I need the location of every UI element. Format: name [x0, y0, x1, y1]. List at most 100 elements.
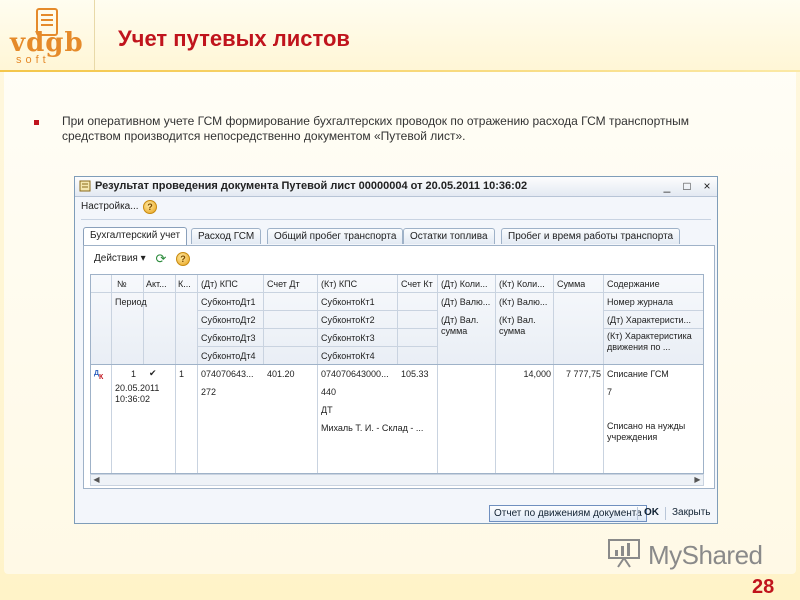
- tab-mileage-work-time[interactable]: Пробег и время работы транспорта: [501, 228, 681, 244]
- row-content-note: Списано на нужды учреждения: [607, 421, 686, 442]
- header-subkonto-dt3[interactable]: СубконтоДт3: [201, 333, 256, 344]
- col-divider: [175, 275, 176, 473]
- col-divider: [603, 275, 604, 473]
- header-row-divider: [603, 310, 703, 311]
- logo-sub-text: soft: [16, 54, 50, 66]
- col-divider: [397, 275, 398, 365]
- header-dt-characteristic[interactable]: (Дт) Характеристи...: [607, 315, 703, 326]
- header-dt-qty[interactable]: (Дт) Коли...: [441, 279, 495, 290]
- window-button-bar: Отчет по движениям документа OK Закрыть: [75, 501, 717, 523]
- header-kt-currency-sum[interactable]: (Кт) Вал. сумма: [499, 315, 553, 337]
- row-kt-kps: 074070643000...: [321, 369, 389, 379]
- settings-divider: [81, 219, 711, 220]
- header-underline: [0, 70, 800, 72]
- scroll-right-icon[interactable]: ▶: [692, 475, 703, 485]
- slide-title: Учет путевых листов: [118, 26, 350, 51]
- header-row-divider: [197, 328, 437, 329]
- myshared-watermark: MyShared: [606, 538, 766, 572]
- bullet-marker-icon: [34, 120, 39, 125]
- header-bottom-border: [91, 364, 703, 365]
- row-subkonto-kt2: ДТ: [321, 405, 333, 415]
- col-divider: [263, 275, 264, 365]
- bullet-text: При оперативном учете ГСМ формирование б…: [62, 114, 689, 143]
- row-subkonto-dt1: 272: [201, 387, 217, 397]
- tab-accounting[interactable]: Бухгалтерский учет: [83, 227, 188, 245]
- button-separator: [637, 507, 638, 520]
- document-icon: [79, 180, 91, 192]
- header-subkonto-dt1[interactable]: СубконтоДт1: [201, 297, 256, 308]
- maximize-button[interactable]: □: [679, 179, 695, 194]
- header-period[interactable]: Период: [115, 297, 147, 308]
- col-divider: [553, 275, 554, 473]
- header-subkonto-kt3[interactable]: СубконтоКт3: [321, 333, 375, 344]
- watermark-text: MyShared: [648, 540, 763, 570]
- close-button[interactable]: Закрыть: [669, 505, 714, 522]
- posting-result-window: Результат проведения документа Путевой л…: [74, 176, 718, 524]
- button-separator: [665, 507, 666, 520]
- movements-report-button[interactable]: Отчет по движениям документа: [489, 505, 647, 522]
- header-schet-kt[interactable]: Счет Кт: [401, 279, 433, 290]
- header-kt-characteristic[interactable]: (Кт) Характеристика движения по ...: [607, 331, 703, 353]
- row-subkonto-kt3: Михаль Т. И. - Склад - ...: [321, 423, 424, 433]
- svg-text:К: К: [99, 374, 104, 380]
- header-dt-currency-sum[interactable]: (Дт) Вал. сумма: [441, 315, 495, 337]
- row-schet-kt: 105.33: [401, 369, 429, 379]
- row-summa: 7 777,75: [565, 369, 601, 379]
- header-row-divider: [197, 346, 437, 347]
- header-number[interactable]: №: [117, 279, 127, 290]
- minimize-button[interactable]: _: [659, 179, 675, 194]
- vdgb-logo: vdgb soft: [6, 8, 90, 66]
- header-subkonto-dt4[interactable]: СубконтоДт4: [201, 351, 256, 362]
- header-schet-dt[interactable]: Счет Дт: [267, 279, 300, 290]
- row-active-check-icon[interactable]: ✔: [149, 368, 157, 379]
- header-kt-qty[interactable]: (Кт) Коли...: [499, 279, 553, 290]
- header-row-divider: [91, 292, 703, 293]
- header-subkonto-dt2[interactable]: СубконтоДт2: [201, 315, 256, 326]
- refresh-icon[interactable]: ⟳: [154, 252, 168, 266]
- col-divider: [437, 275, 438, 473]
- tab-fuel-balance[interactable]: Остатки топлива: [403, 228, 495, 244]
- header-journal-number[interactable]: Номер журнала: [607, 297, 673, 308]
- col-divider: [317, 275, 318, 473]
- header-dt-kps[interactable]: (Дт) КПС: [201, 279, 238, 290]
- window-title: Результат проведения документа Путевой л…: [95, 180, 528, 192]
- header-summa[interactable]: Сумма: [557, 279, 585, 290]
- col-divider: [495, 275, 496, 473]
- header-subkonto-kt1[interactable]: СубконтоКт1: [321, 297, 375, 308]
- help-icon[interactable]: ?: [143, 200, 157, 214]
- row-number: 1: [131, 369, 137, 379]
- row-journal: 7: [607, 387, 613, 397]
- posting-row-icon: Д К: [94, 370, 104, 380]
- header-kt-currency[interactable]: (Кт) Валю...: [499, 297, 553, 308]
- header-dt-currency[interactable]: (Дт) Валю...: [441, 297, 495, 308]
- header-subkonto-kt2[interactable]: СубконтоКт2: [321, 315, 375, 326]
- col-divider: [111, 275, 112, 473]
- header-subkonto-kt4[interactable]: СубконтоКт4: [321, 351, 375, 362]
- tab-total-mileage[interactable]: Общий пробег транспорта: [267, 228, 404, 244]
- horizontal-scrollbar[interactable]: ◀ ▶: [90, 474, 704, 486]
- row-period: 20.05.2011 10:36:02: [115, 383, 160, 404]
- window-titlebar[interactable]: Результат проведения документа Путевой л…: [75, 177, 717, 197]
- header-row-divider: [197, 310, 437, 311]
- presentation-board-icon: [608, 539, 640, 568]
- row-subkonto-kt1: 440: [321, 387, 337, 397]
- header-k[interactable]: К...: [178, 279, 191, 290]
- actions-menu-button[interactable]: Действия ▾: [94, 253, 146, 264]
- tab-fuel-consumption[interactable]: Расход ГСМ: [191, 228, 262, 244]
- help-icon-actions[interactable]: ?: [176, 252, 190, 266]
- row-dt-kps: 074070643...: [201, 369, 254, 379]
- row-kt-qty: 14,000: [523, 369, 551, 379]
- ok-button[interactable]: OK: [641, 505, 662, 522]
- col-divider: [143, 275, 144, 365]
- page-number: 28: [752, 576, 775, 598]
- postings-table: № Акт... К... (Дт) КПС Счет Дт (Кт) КПС …: [90, 274, 704, 474]
- scroll-left-icon[interactable]: ◀: [91, 475, 102, 485]
- tab-strip: Бухгалтерский учет Расход ГСМ Общий проб…: [83, 227, 713, 245]
- header-active[interactable]: Акт...: [146, 279, 167, 290]
- row-k: 1: [179, 369, 185, 379]
- header-kt-kps[interactable]: (Кт) КПС: [321, 279, 357, 290]
- col-divider: [197, 275, 198, 473]
- settings-button[interactable]: Настройка...: [81, 201, 139, 212]
- header-content[interactable]: Содержание: [607, 279, 660, 290]
- close-window-button[interactable]: ×: [699, 179, 715, 194]
